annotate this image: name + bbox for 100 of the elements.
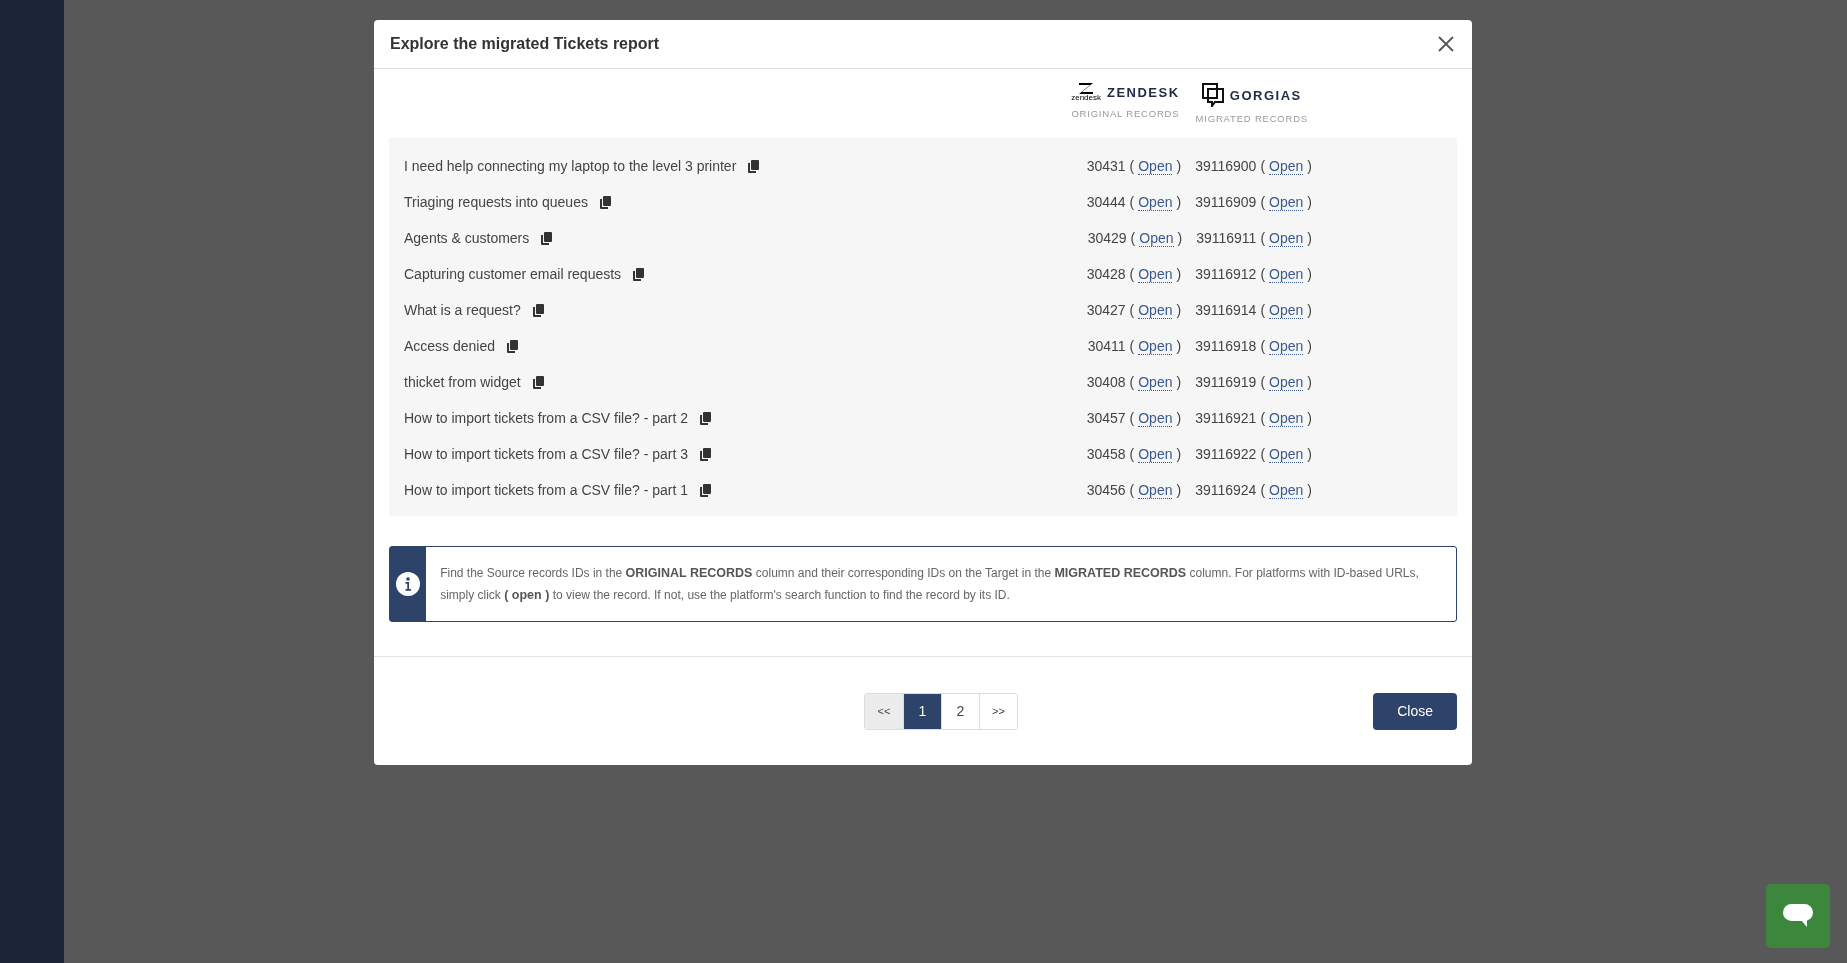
copy-icon-button[interactable] (700, 483, 711, 497)
column-caption: ORIGINAL RECORDS (1071, 108, 1180, 119)
record-id: 30428 (1086, 266, 1126, 282)
paren: ( (1260, 410, 1266, 426)
paren: ) (1307, 302, 1312, 318)
open-link[interactable]: Open (1138, 481, 1173, 499)
copy-icon (700, 483, 711, 497)
open-link[interactable]: Open (1269, 409, 1304, 427)
close-icon[interactable] (1436, 34, 1456, 54)
copy-icon-button[interactable] (532, 303, 544, 317)
record-title: I need help connecting my laptop to the level 3 printer (404, 158, 737, 174)
record-id: 39116918 (1195, 338, 1257, 354)
open-link[interactable]: Open (1138, 409, 1173, 427)
copy-icon (507, 339, 519, 353)
chat-icon (1783, 904, 1813, 928)
record-title: thicket from widget (404, 374, 521, 390)
open-link[interactable]: Open (1138, 157, 1173, 175)
close-button[interactable]: Close (1373, 692, 1457, 730)
record-title: Agents & customers (404, 230, 530, 246)
page-button[interactable]: 1 (903, 693, 941, 729)
copy-icon-button[interactable] (748, 159, 760, 173)
open-link[interactable]: Open (1138, 193, 1173, 211)
record-id: 39116911 (1196, 230, 1257, 246)
open-link[interactable]: Open (1138, 337, 1173, 355)
record-id: 39116919 (1195, 374, 1257, 390)
open-link[interactable]: Open (1138, 301, 1173, 319)
open-link[interactable]: Open (1269, 445, 1304, 463)
open-link[interactable]: Open (1138, 373, 1173, 391)
record-id: 30429 (1087, 230, 1127, 246)
paren: ( (1129, 266, 1135, 282)
record-id: 39116912 (1195, 266, 1257, 282)
copy-icon-button[interactable] (532, 375, 544, 389)
paren: ) (1307, 194, 1312, 210)
record-id: 39116924 (1195, 482, 1257, 498)
paren: ) (1176, 158, 1182, 174)
paren: ) (1176, 410, 1182, 426)
paren: ) (1307, 482, 1312, 498)
logo-mark: zendesk (1071, 83, 1101, 102)
record-id: 30456 (1086, 482, 1126, 498)
copy-icon-button[interactable] (507, 339, 519, 353)
copy-icon-button[interactable] (700, 447, 711, 461)
open-link[interactable]: Open (1269, 265, 1304, 283)
paren: ( (1260, 158, 1266, 174)
copy-icon (633, 267, 645, 281)
record-id: 39116914 (1195, 302, 1257, 318)
info-icon (396, 572, 421, 596)
paren: ( (1260, 266, 1266, 282)
modal-title: Explore the migrated Tickets report (390, 35, 660, 53)
open-link[interactable]: Open (1269, 229, 1304, 247)
open-link[interactable]: Open (1138, 445, 1173, 463)
record-title: How to import tickets from a CSV file? - part 2 (404, 410, 688, 426)
paren: ) (1307, 374, 1312, 390)
copy-icon (748, 159, 760, 173)
paren: ) (1307, 410, 1312, 426)
record-id: 39116900 (1195, 158, 1257, 174)
open-link[interactable]: Open (1269, 337, 1304, 355)
paren: ) (1176, 266, 1182, 282)
open-link[interactable]: Open (1269, 193, 1304, 211)
copy-icon-button[interactable] (599, 195, 611, 209)
paren: ( (1260, 374, 1266, 390)
copy-icon (700, 447, 711, 461)
paren: ) (1176, 482, 1182, 498)
copy-icon (532, 303, 544, 317)
paren: ) (1176, 374, 1182, 390)
paren: ( (1260, 194, 1266, 210)
open-link[interactable]: Open (1138, 265, 1173, 283)
record-id: 30457 (1086, 410, 1126, 426)
open-link[interactable]: Open (1269, 301, 1304, 319)
paren: ( (1129, 338, 1135, 354)
open-link[interactable]: Open (1269, 373, 1304, 391)
paren: ) (1176, 338, 1182, 354)
platform-name: ZENDESK (1107, 85, 1180, 100)
copy-icon-button[interactable] (633, 267, 645, 281)
record-id: 30431 (1086, 158, 1126, 174)
chat-button[interactable] (1766, 884, 1830, 948)
paren: ( (1129, 482, 1135, 498)
open-link[interactable]: Open (1269, 481, 1304, 499)
info-message: Find the Source records IDs in the ORIGINAL RECORDS column and their corresponding IDs on the Target in the MIGRATED RECORDS column. For platforms with ID-based URLs, simply click ( open ) to view the record. If not, use the platform's search function to find the record by its ID. (439, 565, 1420, 604)
record-id: 39116922 (1195, 446, 1257, 462)
next-page-button[interactable]: >> (979, 693, 1017, 729)
paren: ( (1260, 230, 1266, 246)
record-title: Capturing customer email requests (404, 266, 622, 282)
paren: ) (1176, 194, 1182, 210)
record-title: How to import tickets from a CSV file? - part 3 (404, 446, 688, 462)
open-link[interactable]: Open (1139, 229, 1174, 247)
copy-icon-button[interactable] (700, 411, 711, 425)
record-id: 30408 (1086, 374, 1126, 390)
platform-name: GORGIAS (1229, 87, 1302, 103)
copy-icon-button[interactable] (541, 231, 553, 245)
copy-icon (700, 411, 711, 425)
record-title: How to import tickets from a CSV file? - part 1 (404, 482, 688, 498)
record-id: 39116909 (1195, 194, 1257, 210)
paren: ) (1307, 230, 1312, 246)
paren: ( (1260, 302, 1266, 318)
paren: ( (1129, 302, 1135, 318)
record-id: 30411 (1087, 338, 1126, 354)
record-id: 39116921 (1195, 410, 1257, 426)
column-caption: MIGRATED RECORDS (1195, 113, 1308, 124)
open-link[interactable]: Open (1269, 157, 1304, 175)
paren: ( (1260, 446, 1266, 462)
